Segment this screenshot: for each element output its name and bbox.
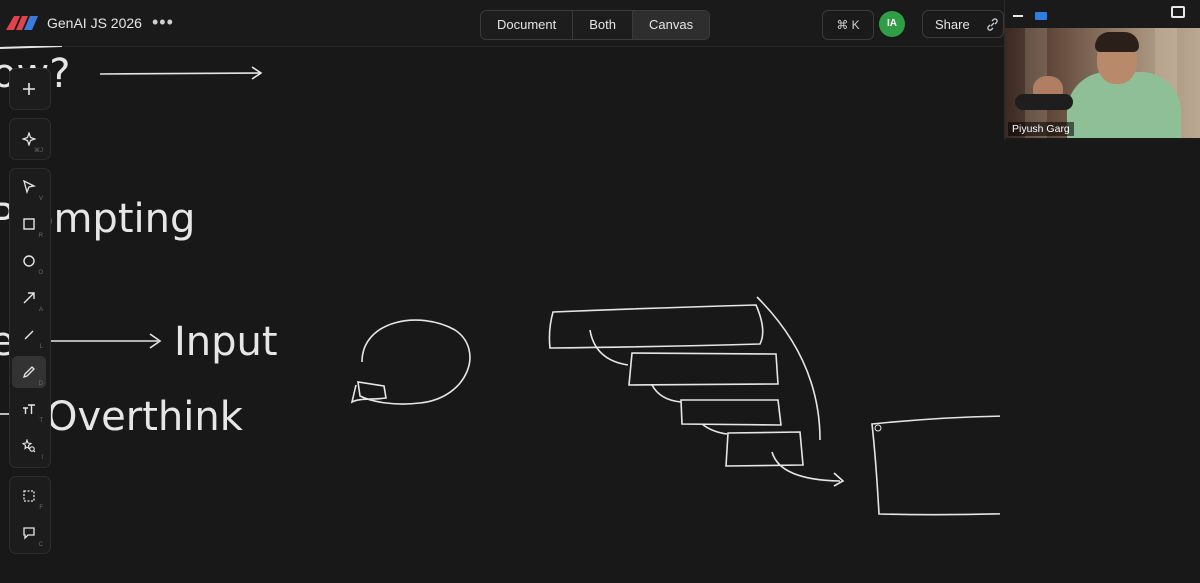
underline-stroke	[0, 46, 63, 49]
stacked-boxes-sketch	[548, 296, 845, 487]
tool-shortcut-label: L	[39, 344, 43, 350]
tool-shortcut-label: F	[39, 505, 43, 511]
video-controls-bar	[1005, 0, 1200, 28]
toolbar-group-draw: V R O A L D T I	[9, 168, 51, 468]
tool-shortcut-label: O	[38, 270, 43, 276]
user-avatar[interactable]: IA	[879, 11, 905, 37]
star-search-icon	[22, 439, 36, 453]
add-tool-button[interactable]	[12, 73, 46, 105]
pencil-icon	[22, 366, 35, 379]
view-document-button[interactable]: Document	[481, 11, 574, 39]
tool-shortcut-label: A	[38, 307, 43, 313]
line-icon	[24, 330, 34, 340]
app-logo-icon[interactable]	[6, 14, 38, 32]
comment-icon	[23, 527, 35, 540]
handwritten-input: Input	[174, 319, 278, 365]
tool-shortcut-label: V	[38, 196, 43, 202]
rectangle-icon	[23, 218, 35, 230]
text-icon	[23, 404, 35, 414]
more-options-icon[interactable]: •••	[152, 12, 174, 33]
tool-shortcut-label: I	[41, 455, 43, 461]
share-label: Share	[935, 17, 970, 32]
video-call-panel: Piyush Garg	[1004, 0, 1200, 140]
toolbar-group-ai: ⌘J	[9, 118, 51, 160]
comment-tool-button[interactable]: C	[12, 517, 46, 549]
shape-search-tool-button[interactable]: I	[12, 430, 46, 462]
select-tool-button[interactable]: V	[12, 171, 46, 203]
cursor-dot-icon	[874, 424, 882, 432]
handwritten-overthink: Overthink	[46, 394, 244, 440]
minimize-icon[interactable]	[1013, 15, 1023, 17]
ellipse-tool-button[interactable]: O	[12, 245, 46, 277]
whiteboard-canvas[interactable]: ow? Prompting e Input Overthink	[0, 46, 1000, 583]
arrow-icon	[23, 292, 35, 304]
tool-shortcut-label: T	[39, 418, 43, 424]
pencil-tool-button[interactable]: D	[12, 356, 46, 388]
output-box-sketch	[871, 415, 1000, 516]
share-button[interactable]: Share	[922, 10, 1004, 38]
text-tool-button[interactable]: T	[12, 393, 46, 425]
ai-magic-tool-button[interactable]: ⌘J	[12, 123, 46, 155]
link-icon[interactable]	[986, 18, 999, 31]
popout-icon[interactable]	[1171, 6, 1185, 18]
arrow-stroke-top	[99, 66, 263, 80]
command-palette-button[interactable]: ⌘ K	[822, 10, 874, 40]
pointer-icon	[23, 180, 36, 194]
line-tool-button[interactable]: L	[12, 319, 46, 351]
circle-icon	[23, 255, 35, 267]
view-both-button[interactable]: Both	[573, 11, 633, 39]
frame-icon	[23, 490, 35, 502]
arrow-tool-button[interactable]: A	[12, 282, 46, 314]
toolbar-group-misc: F C	[9, 476, 51, 554]
tool-shortcut-label: C	[38, 542, 43, 548]
frame-tool-button[interactable]: F	[12, 480, 46, 512]
rectangle-tool-button[interactable]: R	[12, 208, 46, 240]
document-title[interactable]: GenAI JS 2026	[47, 15, 142, 31]
view-toggle: Document Both Canvas	[480, 10, 711, 40]
toolbar-group-add	[9, 68, 51, 110]
plus-icon	[23, 83, 35, 95]
tool-shortcut-label: R	[38, 233, 43, 239]
head-sketch-stroke	[350, 319, 471, 405]
tool-shortcut-label: D	[38, 381, 43, 387]
screen-share-icon[interactable]	[1035, 12, 1047, 20]
tool-shortcut-label: ⌘J	[34, 148, 43, 154]
speaker-name-label: Piyush Garg	[1008, 122, 1074, 136]
sparkle-icon	[22, 132, 36, 146]
view-canvas-button[interactable]: Canvas	[633, 11, 710, 39]
